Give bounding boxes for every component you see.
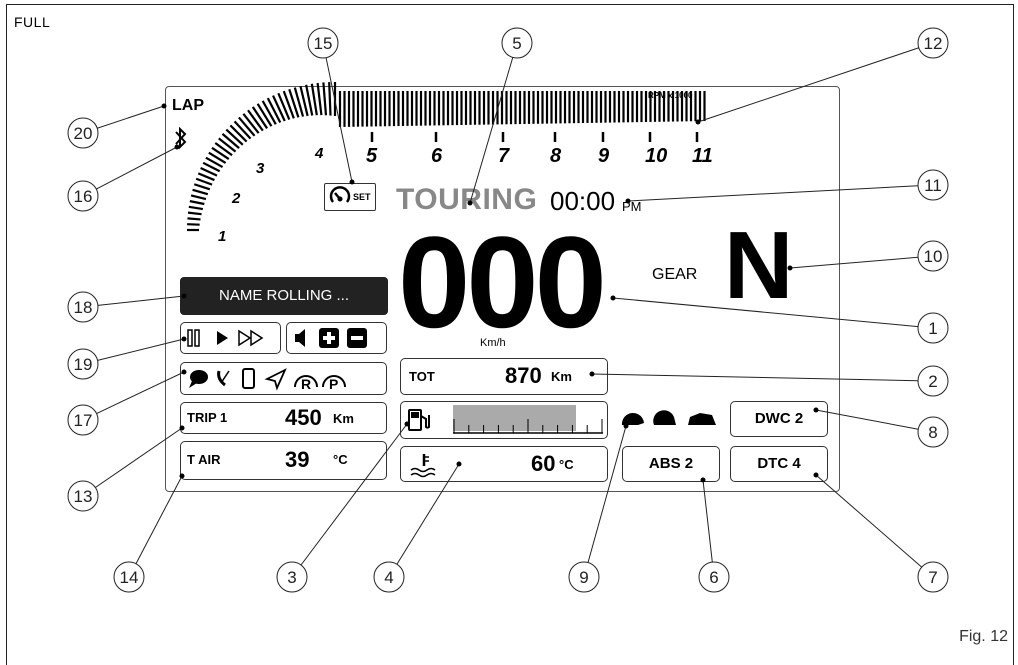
callout-number: 18 [74, 298, 93, 317]
callout-number: 14 [120, 568, 139, 587]
callout-dot [175, 145, 180, 150]
callout-number: 9 [579, 568, 588, 587]
callout-leader [816, 475, 922, 567]
callout-number: 16 [74, 187, 93, 206]
callout-leaders: 1234567891011121314151617181920 [0, 0, 1018, 653]
callout-number: 15 [314, 34, 333, 53]
callout-dot [814, 473, 819, 478]
callout-dot [701, 478, 706, 483]
callout-dot [696, 120, 701, 125]
callout-number: 19 [74, 355, 93, 374]
callout-dot [590, 372, 595, 377]
callout-number: 11 [924, 176, 942, 195]
callout-leader [588, 426, 626, 563]
callout-leader [326, 58, 352, 182]
callout-dot [624, 424, 629, 429]
callout-dot [180, 426, 185, 431]
callout-dot [180, 474, 185, 479]
callout-leader [301, 424, 407, 565]
callout-dot [626, 199, 631, 204]
callout-leader [98, 296, 184, 305]
callout-number: 3 [287, 568, 296, 587]
callout-dot [182, 337, 187, 342]
callout-dot [457, 462, 462, 467]
callout-dot [468, 201, 473, 206]
callout-leader [98, 339, 184, 360]
callout-leader [95, 428, 182, 488]
callout-number: 5 [512, 34, 521, 53]
callout-dot [814, 408, 819, 413]
callout-dot [182, 294, 187, 299]
callout-number: 4 [384, 568, 393, 587]
callout-leader [790, 257, 918, 268]
callout-leader [97, 106, 164, 128]
callout-leader [96, 147, 177, 189]
callout-number: 17 [74, 411, 93, 430]
callout-leader [136, 476, 182, 564]
callout-number: 6 [709, 568, 718, 587]
callout-leader [97, 372, 184, 414]
callout-leader [628, 186, 918, 201]
callout-number: 8 [928, 423, 937, 442]
callout-leader [698, 48, 919, 122]
callout-dot [788, 266, 793, 271]
callout-number: 2 [928, 372, 937, 391]
callout-leader [592, 374, 918, 381]
callout-dot [162, 104, 167, 109]
callout-dot [182, 370, 187, 375]
callout-leader [816, 410, 918, 429]
callout-number: 12 [924, 34, 943, 53]
callout-leader [397, 464, 459, 564]
callout-dot [405, 422, 410, 427]
callout-number: 7 [928, 568, 937, 587]
callout-dot [611, 296, 616, 301]
callout-dot [350, 180, 355, 185]
callout-leader [703, 480, 712, 562]
callout-number: 1 [928, 319, 937, 338]
callout-leader [613, 298, 918, 327]
callout-leader [470, 57, 513, 203]
callout-number: 20 [74, 124, 93, 143]
callout-number: 10 [924, 247, 943, 266]
callout-number: 13 [74, 487, 93, 506]
